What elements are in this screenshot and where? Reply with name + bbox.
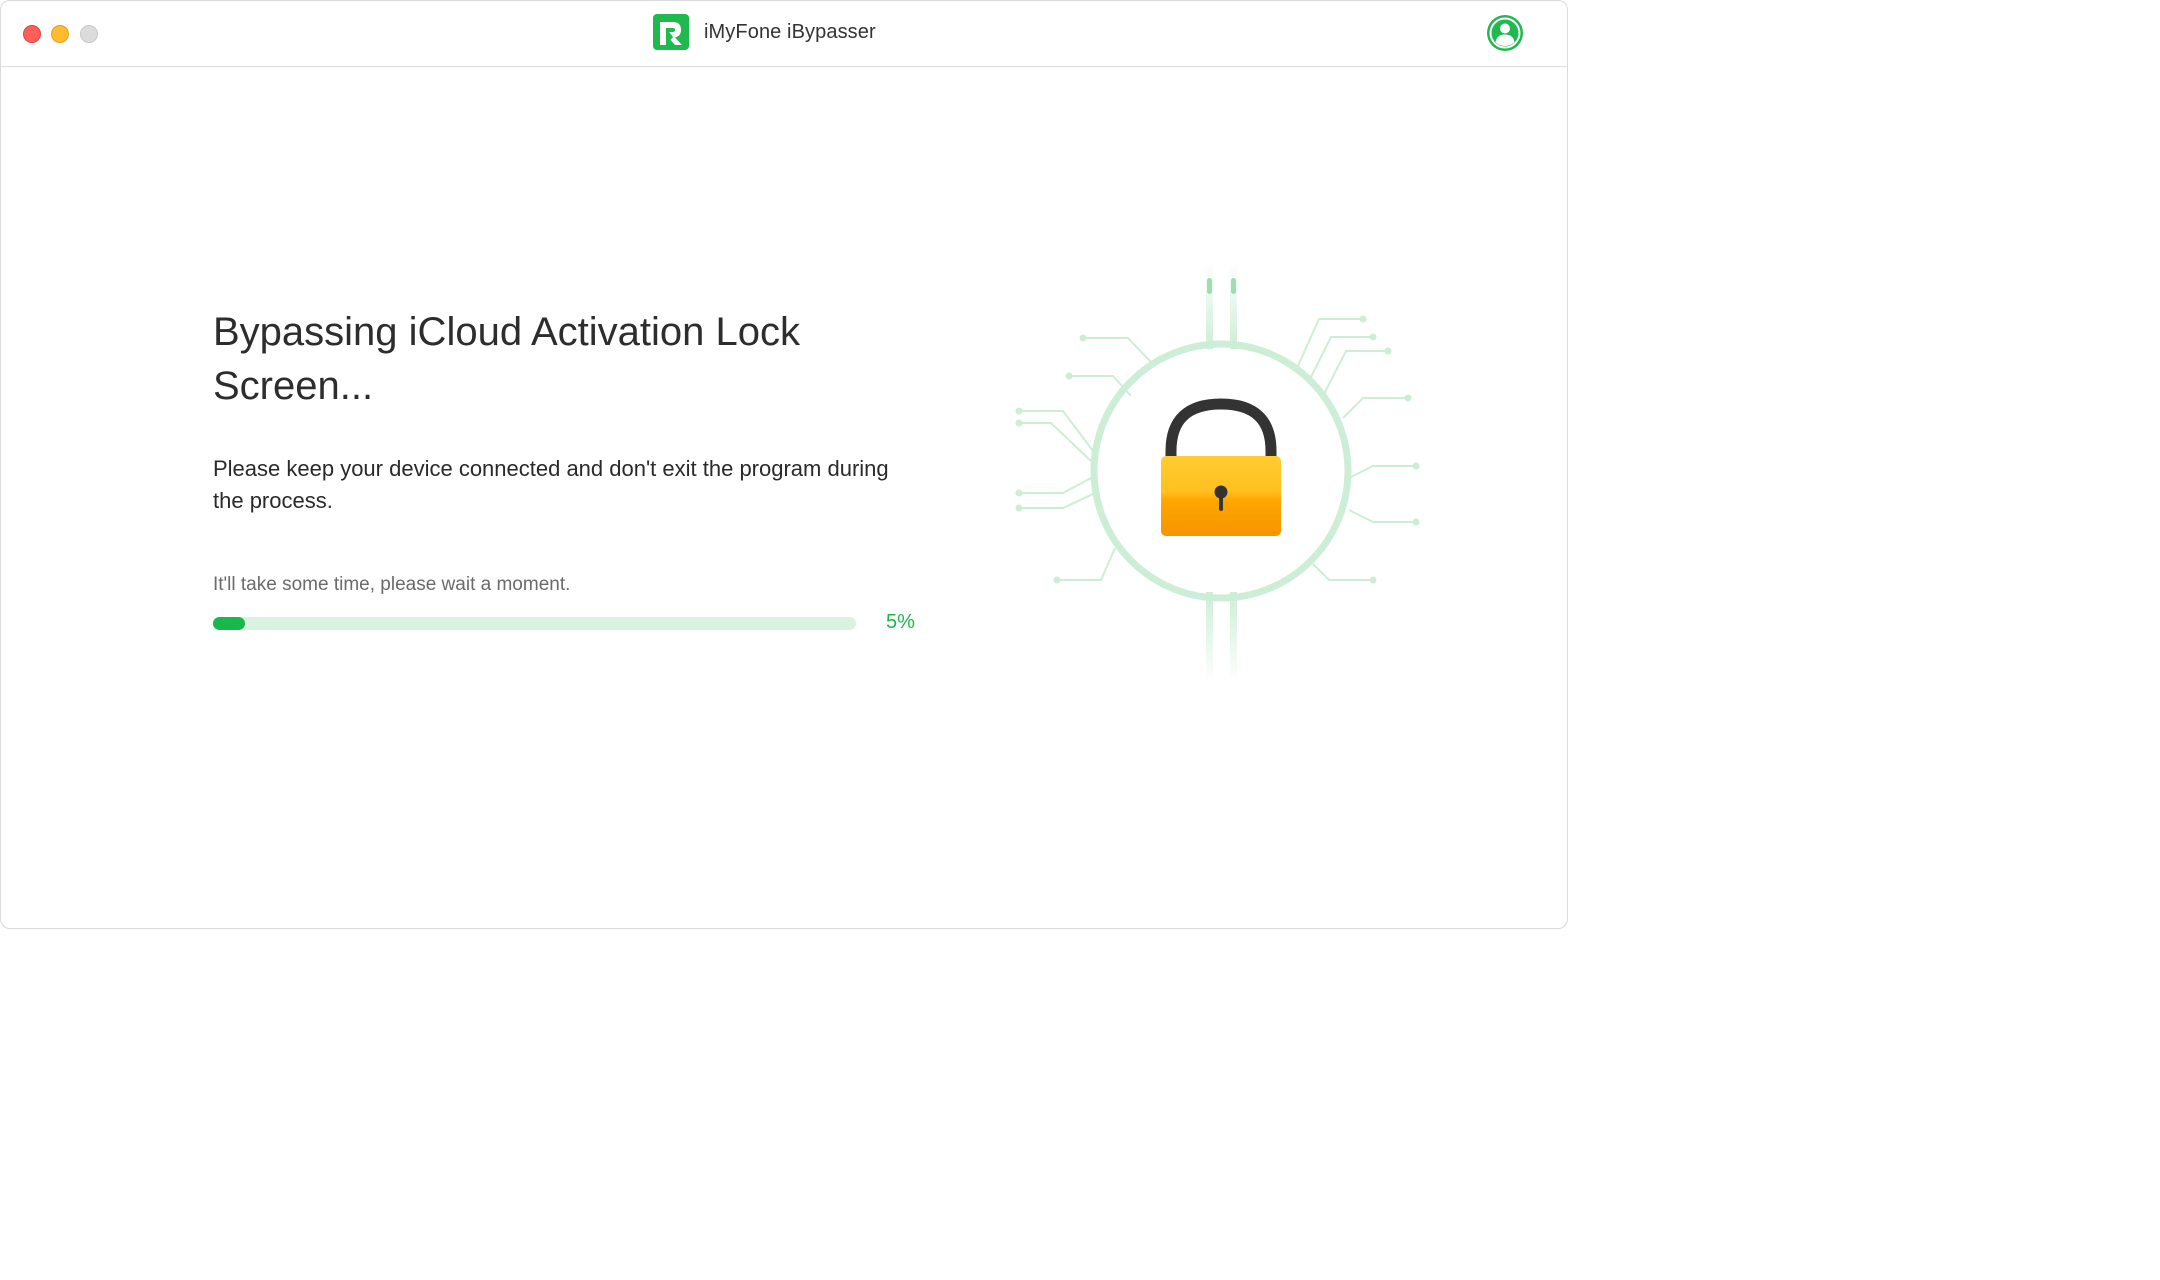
- circuit-nodes: [1015, 315, 1420, 584]
- app-name: iMyFone iBypasser: [704, 20, 876, 43]
- top-connector-right: [1230, 261, 1237, 349]
- top-connector-dot-left: [1207, 278, 1212, 294]
- wait-hint-text: It'll take some time, please wait a mome…: [213, 574, 571, 595]
- progress-bar-fill: [213, 617, 246, 630]
- bottom-connector-right: [1230, 592, 1237, 682]
- app-window: iMyFone iBypasser Bypassing iCloud Activ…: [0, 0, 1568, 929]
- instruction-text: Please keep your device connected and do…: [213, 456, 889, 513]
- minimize-window-button[interactable]: [51, 25, 69, 43]
- app-brand: iMyFone iBypasser: [653, 13, 876, 51]
- padlock-icon: [1161, 398, 1281, 536]
- maximize-window-button[interactable]: [80, 25, 98, 43]
- bottom-connector-left: [1206, 592, 1213, 682]
- progress-bar: [213, 617, 856, 630]
- top-connector-dot-right: [1231, 278, 1236, 294]
- imyfone-logo-icon: [653, 14, 689, 50]
- top-connector-left: [1206, 261, 1213, 349]
- title-bar: iMyFone iBypasser: [1, 1, 1567, 67]
- circuit-lines: [1019, 318, 1416, 581]
- progress-percent: 5%: [886, 611, 915, 633]
- page-title: Bypassing iCloud Activation Lock Screen.…: [213, 310, 800, 408]
- user-account-icon[interactable]: [1486, 14, 1524, 52]
- close-window-button[interactable]: [23, 25, 41, 43]
- lock-illustration: [1015, 261, 1420, 682]
